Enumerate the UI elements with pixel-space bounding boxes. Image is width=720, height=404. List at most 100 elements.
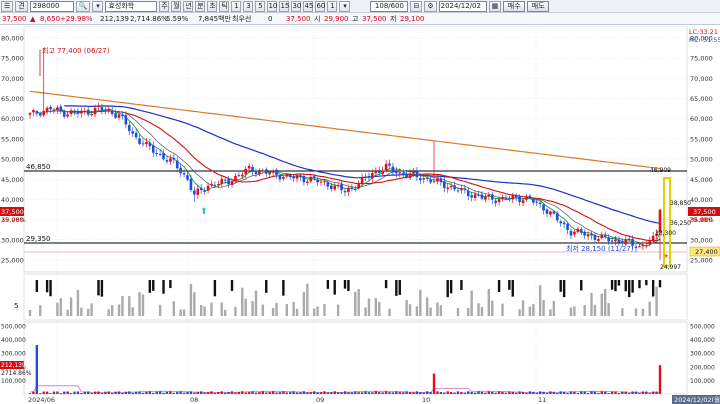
price-change: 8,650 xyxy=(40,15,61,23)
candle-body xyxy=(538,202,542,204)
indicator-bar xyxy=(189,283,193,316)
interval-5[interactable]: 5 xyxy=(255,0,266,12)
indicator-bar xyxy=(223,309,227,316)
candle-body xyxy=(343,191,347,193)
price-tick: 25,000 xyxy=(1,257,24,265)
candle-body xyxy=(508,198,511,200)
volume-bar xyxy=(299,392,302,394)
candle-body xyxy=(514,195,518,198)
indicator-bar xyxy=(511,280,514,297)
price-tick: 65,000 xyxy=(1,95,24,103)
volume-bar xyxy=(121,392,124,394)
period-year[interactable]: 년 xyxy=(183,0,194,12)
indicator-bar xyxy=(542,300,545,316)
volume-tick: 200,000 xyxy=(690,364,715,371)
indicator-bar xyxy=(49,280,52,297)
volume-bar xyxy=(354,391,357,394)
search-icon[interactable]: 🔍 xyxy=(75,0,91,12)
chart-type-toggle[interactable]: 견 xyxy=(15,0,28,12)
period-month[interactable]: 월 xyxy=(171,0,182,12)
interval-60[interactable]: 60 xyxy=(315,0,326,12)
dropdown-icon[interactable]: ▾ xyxy=(92,0,104,12)
stock-chart[interactable]: 80,000 75,000 70,000 65,000 60,000 55,000 50,0… xyxy=(0,25,720,404)
sell-button[interactable]: 매도 xyxy=(527,0,550,12)
indicator-bar xyxy=(35,280,39,293)
interval-dropdown-icon[interactable]: ▾ xyxy=(339,0,351,12)
price-tick: 75,000 xyxy=(690,55,713,63)
volume-bar xyxy=(597,392,600,394)
price-tick: 75,000 xyxy=(1,55,24,63)
candle-body xyxy=(56,107,59,111)
date-input[interactable]: 2024/12/02 xyxy=(438,0,487,12)
volume-bar xyxy=(295,392,299,394)
candle-body xyxy=(76,111,80,114)
candle-body xyxy=(603,234,607,237)
volume-bar xyxy=(374,391,378,394)
indicator-bar xyxy=(573,306,576,316)
volume-bar xyxy=(69,393,73,394)
volume-bar xyxy=(220,391,223,394)
volume-bar xyxy=(614,391,617,394)
volume-bar xyxy=(347,392,350,394)
period-tick[interactable]: 틱 xyxy=(219,0,230,12)
candle-body xyxy=(299,176,302,178)
candle-body xyxy=(422,178,426,180)
indicator-bar xyxy=(28,310,32,316)
indicator-bar xyxy=(326,280,330,289)
volume-bar xyxy=(535,392,538,394)
period-second[interactable]: 초 xyxy=(207,0,218,12)
stock-code-input[interactable]: 298000 xyxy=(29,0,74,12)
price-tick: 55,000 xyxy=(1,135,24,143)
candle-body xyxy=(278,175,282,180)
volume-bar xyxy=(76,391,80,394)
candle-body xyxy=(470,195,473,198)
lock-icon[interactable]: ⊟ xyxy=(410,0,423,12)
candle-body xyxy=(412,171,415,174)
indicator-bar xyxy=(638,280,641,289)
volume-bar xyxy=(52,391,56,394)
volume-tick: 400,000 xyxy=(1,337,26,344)
volume-bar xyxy=(425,391,429,394)
candle-body xyxy=(511,195,515,200)
candle-body xyxy=(549,211,552,215)
count-field[interactable]: 108/600 xyxy=(370,0,409,12)
indicator-bar xyxy=(624,280,627,292)
indicator-bar xyxy=(395,280,398,296)
left-volume-tag-text: 212,139 xyxy=(1,362,26,369)
volume-bar xyxy=(316,392,319,394)
settings-icon[interactable]: ⚙ xyxy=(424,0,437,12)
candle-body xyxy=(114,113,117,118)
candle-body xyxy=(371,173,374,179)
candle-body xyxy=(542,204,545,211)
indicator-bar xyxy=(398,280,401,295)
stock-name-field[interactable]: 효성화학 xyxy=(105,0,158,12)
interval-custom[interactable]: 1 xyxy=(327,0,338,12)
buy-signal-icon: ⬆ xyxy=(200,207,208,217)
interval-10[interactable]: 10 xyxy=(267,0,278,12)
calendar-icon[interactable]: ▦ xyxy=(488,0,502,12)
volume-bar xyxy=(419,392,422,394)
chart-area[interactable]: 80,000 75,000 70,000 65,000 60,000 55,000 50,0… xyxy=(0,25,720,404)
buy-button[interactable]: 매수 xyxy=(503,0,526,12)
candle-body xyxy=(227,178,230,185)
interval-30[interactable]: 30 xyxy=(291,0,302,12)
indicator-bar xyxy=(600,293,603,316)
interval-1[interactable]: 1 xyxy=(231,0,242,12)
interval-3[interactable]: 3 xyxy=(243,0,254,12)
indicator-bar xyxy=(241,287,244,316)
menu-icon[interactable]: ☰ xyxy=(1,0,14,12)
period-minute[interactable]: 분 xyxy=(195,0,206,12)
volume-bar xyxy=(189,391,193,394)
period-week[interactable]: 주 xyxy=(159,0,170,12)
candle-body xyxy=(436,178,439,182)
volume-bar xyxy=(87,391,90,394)
turnover: 5.59% xyxy=(166,15,189,23)
volume-bar xyxy=(634,391,638,394)
indicator-bar xyxy=(627,280,631,298)
volume-bar xyxy=(600,391,603,394)
price-tick: 80,000 xyxy=(1,35,24,43)
indicator-bar xyxy=(374,298,378,316)
interval-15[interactable]: 15 xyxy=(279,0,290,12)
interval-45[interactable]: 45 xyxy=(303,0,314,12)
volume-bar xyxy=(66,391,69,394)
